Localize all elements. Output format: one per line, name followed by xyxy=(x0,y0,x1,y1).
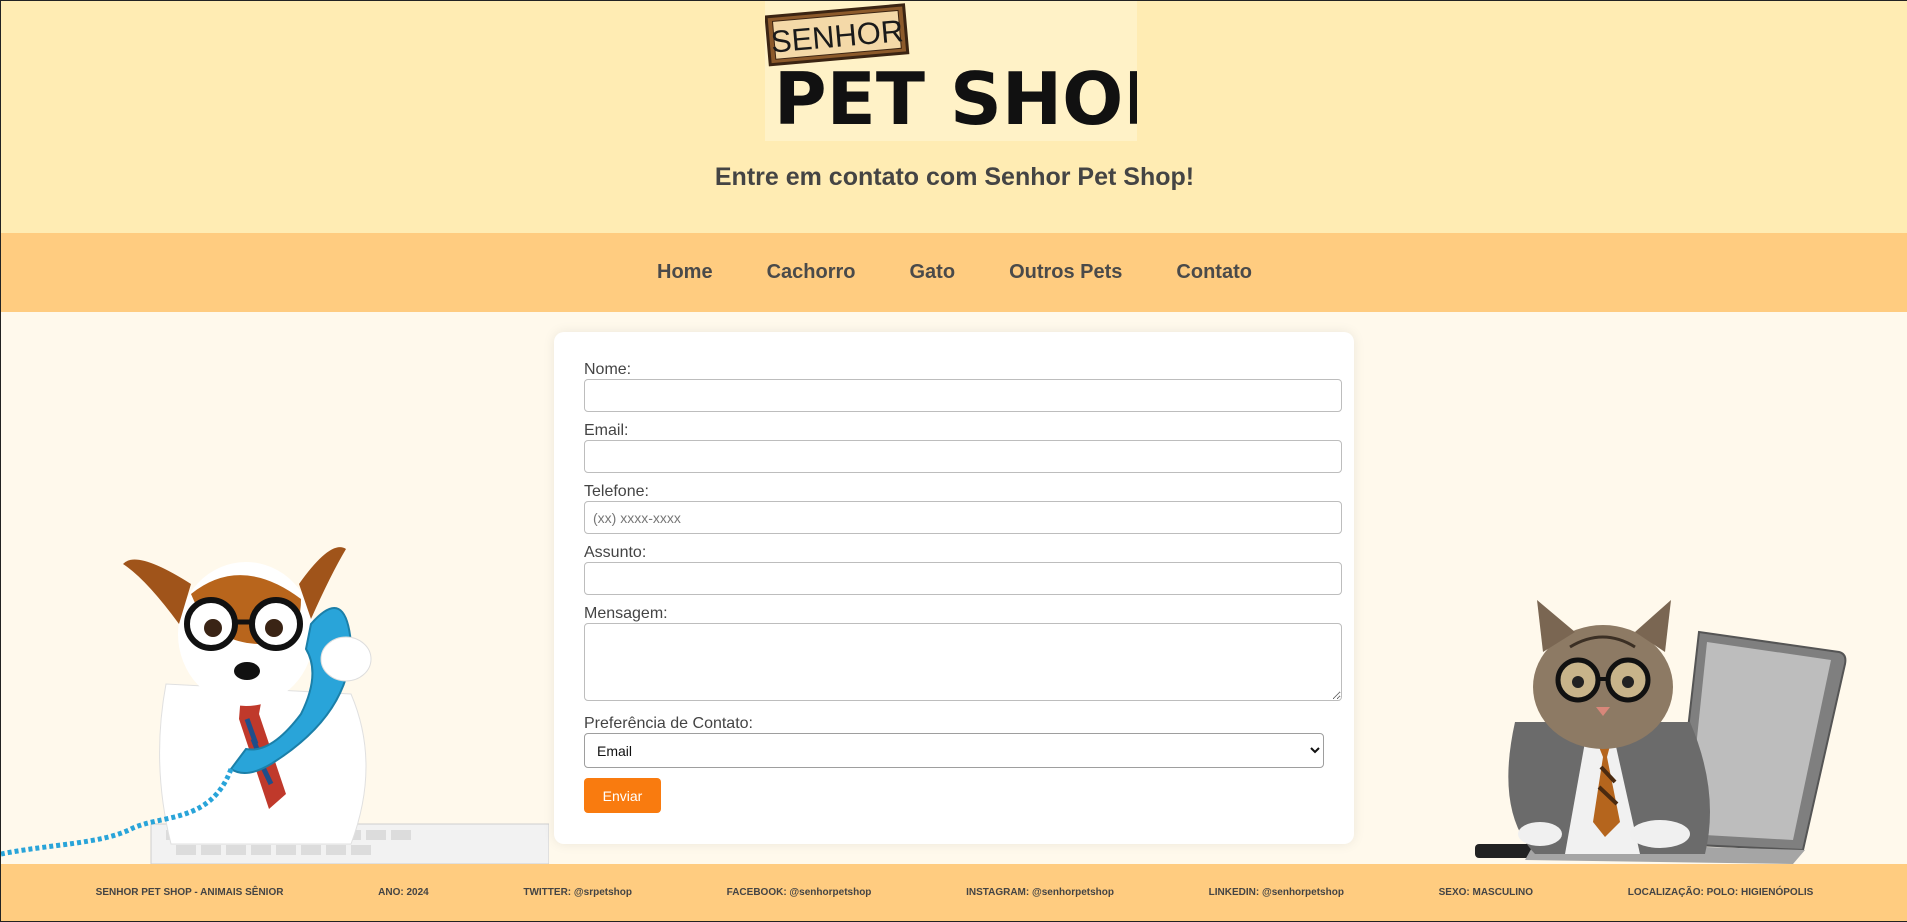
footer-twitter: TWITTER: @srpetshop xyxy=(523,887,632,898)
footer-year: ANO: 2024 xyxy=(378,887,429,898)
message-label: Mensagem: xyxy=(584,605,668,622)
subject-input[interactable] xyxy=(584,562,1342,595)
contact-preference-select[interactable]: Email xyxy=(584,733,1324,768)
nav-gato[interactable]: Gato xyxy=(910,261,956,284)
subject-label: Assunto: xyxy=(584,544,647,561)
main-nav: Home Cachorro Gato Outros Pets Contato xyxy=(1,233,1907,312)
email-input[interactable] xyxy=(584,440,1342,473)
page-tagline: Entre em contato com Senhor Pet Shop! xyxy=(714,163,1195,191)
nav-contato[interactable]: Contato xyxy=(1176,261,1252,284)
phone-input[interactable] xyxy=(584,501,1342,534)
footer-company: SENHOR PET SHOP - ANIMAIS SÊNIOR xyxy=(95,887,284,898)
site-footer: SENHOR PET SHOP - ANIMAIS SÊNIOR ANO: 20… xyxy=(1,864,1907,921)
nav-home[interactable]: Home xyxy=(657,261,713,284)
site-header: SENHOR PET SHOP Entre em contato com Sen… xyxy=(1,1,1907,233)
footer-facebook: FACEBOOK: @senhorpetshop xyxy=(726,887,872,898)
svg-text:PET SHOP: PET SHOP xyxy=(774,57,1137,141)
message-textarea[interactable] xyxy=(584,623,1342,701)
nav-outros-pets[interactable]: Outros Pets xyxy=(1009,261,1122,284)
site-logo: SENHOR PET SHOP xyxy=(765,1,1137,141)
contact-form: Nome: Email: Telefone: Assunto: Mensagem… xyxy=(554,332,1354,844)
name-input[interactable] xyxy=(584,379,1342,412)
dog-with-phone-image xyxy=(1,547,549,864)
nav-cachorro[interactable]: Cachorro xyxy=(767,261,856,284)
footer-location: LOCALIZAÇÃO: POLO: HIGIENÓPOLIS xyxy=(1627,887,1814,898)
cat-with-laptop-image xyxy=(1475,600,1847,864)
email-label: Email: xyxy=(584,422,629,439)
footer-linkedin: LINKEDIN: @senhorpetshop xyxy=(1208,887,1344,898)
footer-gender: SEXO: MASCULINO xyxy=(1438,887,1534,898)
phone-label: Telefone: xyxy=(584,483,649,500)
footer-instagram: INSTAGRAM: @senhorpetshop xyxy=(966,887,1114,898)
name-label: Nome: xyxy=(584,361,632,378)
contact-preference-label: Preferência de Contato: xyxy=(584,715,753,732)
submit-button[interactable]: Enviar xyxy=(584,778,661,813)
main-content: Nome: Email: Telefone: Assunto: Mensagem… xyxy=(1,312,1907,864)
